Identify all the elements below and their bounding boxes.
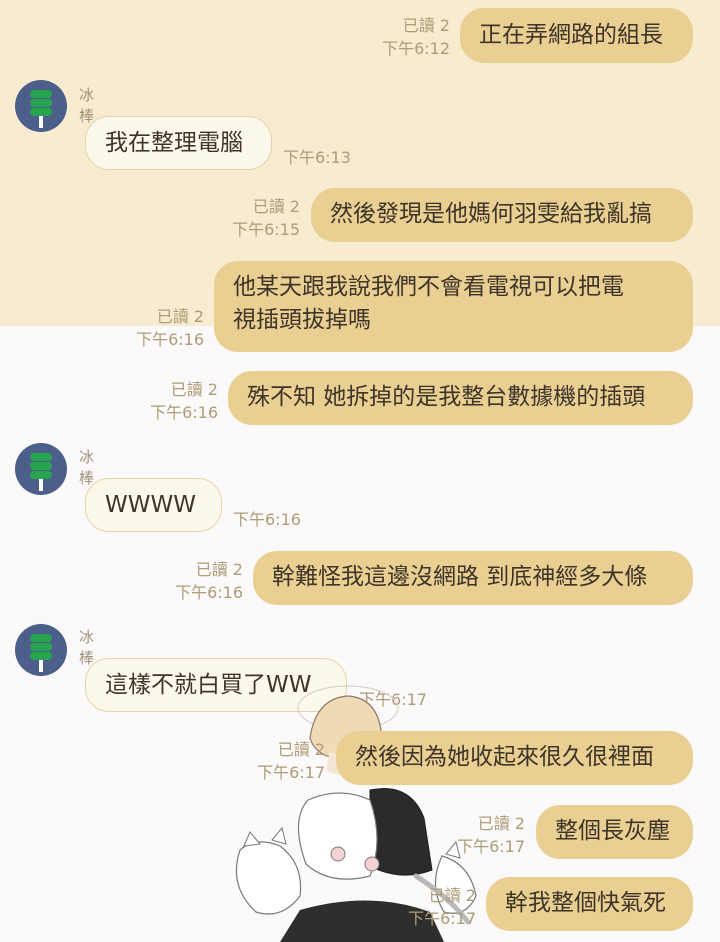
read-receipt: 已讀 2 bbox=[402, 16, 450, 35]
message-meta: 已讀 2 下午6:12 bbox=[340, 14, 450, 60]
message-time: 下午6:16 bbox=[233, 510, 301, 529]
message-time: 下午6:12 bbox=[382, 39, 450, 58]
read-receipt: 已讀 2 bbox=[477, 814, 525, 833]
message-bubble[interactable]: WWWW bbox=[85, 478, 222, 532]
sender-name: 冰棒 bbox=[79, 628, 95, 667]
read-receipt: 已讀 2 bbox=[277, 740, 325, 759]
contact-avatar[interactable] bbox=[15, 80, 67, 132]
message-meta: 已讀 2 下午6:16 bbox=[133, 558, 243, 604]
message-bubble[interactable]: 殊不知 她拆掉的是我整台數據機的插頭 bbox=[228, 371, 693, 425]
message-bubble[interactable]: 他某天跟我說我們不會看電視可以把電 視插頭拔掉嗎 bbox=[214, 261, 693, 352]
popsicle-icon bbox=[30, 90, 52, 128]
message-time: 下午6:17 bbox=[457, 837, 525, 856]
message-bubble[interactable]: 正在弄網路的組長 bbox=[460, 8, 693, 63]
sender-name: 冰棒 bbox=[79, 86, 95, 125]
message-bubble[interactable]: 然後因為她收起來很久很裡面 bbox=[336, 731, 693, 785]
read-receipt: 已讀 2 bbox=[156, 307, 204, 326]
message-time: 下午6:15 bbox=[232, 220, 300, 239]
message-line: 視插頭拔掉嗎 bbox=[233, 307, 371, 333]
read-receipt: 已讀 2 bbox=[252, 197, 300, 216]
read-receipt: 已讀 2 bbox=[195, 560, 243, 579]
message-time: 下午6:16 bbox=[150, 403, 218, 422]
read-receipt: 已讀 2 bbox=[170, 380, 218, 399]
message-meta: 已讀 2 下午6:15 bbox=[190, 195, 300, 241]
message-time: 下午6:17 bbox=[408, 909, 476, 928]
contact-avatar[interactable] bbox=[15, 443, 67, 495]
message-line: 他某天跟我說我們不會看電視可以把電 bbox=[233, 274, 624, 300]
message-time: 下午6:13 bbox=[283, 148, 351, 167]
message-meta: 已讀 2 下午6:17 bbox=[366, 884, 476, 930]
message-meta: 已讀 2 下午6:16 bbox=[94, 305, 204, 351]
sender-name: 冰棒 bbox=[79, 448, 95, 487]
message-bubble[interactable]: 幹我整個快氣死 bbox=[486, 877, 693, 931]
message-meta: 已讀 2 下午6:17 bbox=[415, 812, 525, 858]
contact-avatar[interactable] bbox=[15, 624, 67, 676]
message-meta: 已讀 2 下午6:16 bbox=[108, 378, 218, 424]
message-bubble[interactable]: 整個長灰塵 bbox=[536, 805, 693, 859]
message-meta: 已讀 2 下午6:17 bbox=[215, 738, 325, 784]
chat-message-list[interactable]: 已讀 2 下午6:12 正在弄網路的組長 冰棒 我在整理電腦 下午6:13 已讀… bbox=[0, 0, 720, 942]
message-time: 下午6:16 bbox=[175, 583, 243, 602]
popsicle-icon bbox=[30, 634, 52, 672]
read-receipt: 已讀 2 bbox=[428, 886, 476, 905]
message-bubble[interactable]: 然後發現是他媽何羽雯給我亂搞 bbox=[311, 188, 693, 242]
popsicle-icon bbox=[30, 453, 52, 491]
message-bubble[interactable]: 我在整理電腦 bbox=[85, 116, 272, 170]
message-time: 下午6:17 bbox=[257, 763, 325, 782]
message-bubble[interactable]: 幹難怪我這邊沒網路 到底神經多大條 bbox=[253, 551, 693, 605]
message-time: 下午6:16 bbox=[136, 330, 204, 349]
